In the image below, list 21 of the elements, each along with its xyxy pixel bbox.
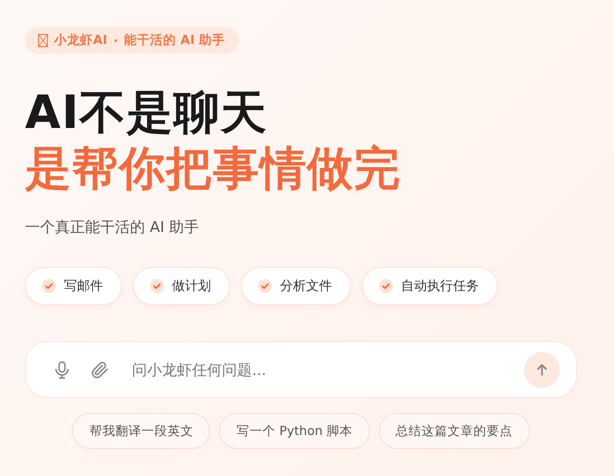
check-icon xyxy=(150,279,164,294)
suggestion-button[interactable]: 帮我翻译一段英文 xyxy=(72,413,210,449)
suggestion-button[interactable]: 写一个 Python 脚本 xyxy=(219,413,370,449)
feature-chip: 分析文件 xyxy=(241,267,351,306)
feature-chip: 写邮件 xyxy=(25,267,122,306)
brand-name: 小龙虾AI xyxy=(54,32,108,50)
arrow-up-icon xyxy=(535,362,549,377)
headline-accent: 是帮你把事情做完 xyxy=(25,140,402,196)
feature-chip: 做计划 xyxy=(133,267,230,306)
separator: · xyxy=(113,33,118,48)
check-icon xyxy=(379,279,393,294)
send-button[interactable] xyxy=(524,352,560,388)
check-icon xyxy=(258,279,272,294)
suggestion-button[interactable]: 总结这篇文章的要点 xyxy=(378,413,530,449)
check-icon xyxy=(42,279,56,294)
brand-tagline: 能干活的 AI 助手 xyxy=(124,32,226,50)
subtitle: 一个真正能干活的 AI 助手 xyxy=(25,218,200,238)
headline: AI不是聊天 xyxy=(25,84,269,140)
placeholder-glyph-icon xyxy=(38,34,48,48)
question-field[interactable]: 问小龙虾任何问题... xyxy=(130,360,510,380)
feature-chip: 自动执行任务 xyxy=(362,267,498,306)
